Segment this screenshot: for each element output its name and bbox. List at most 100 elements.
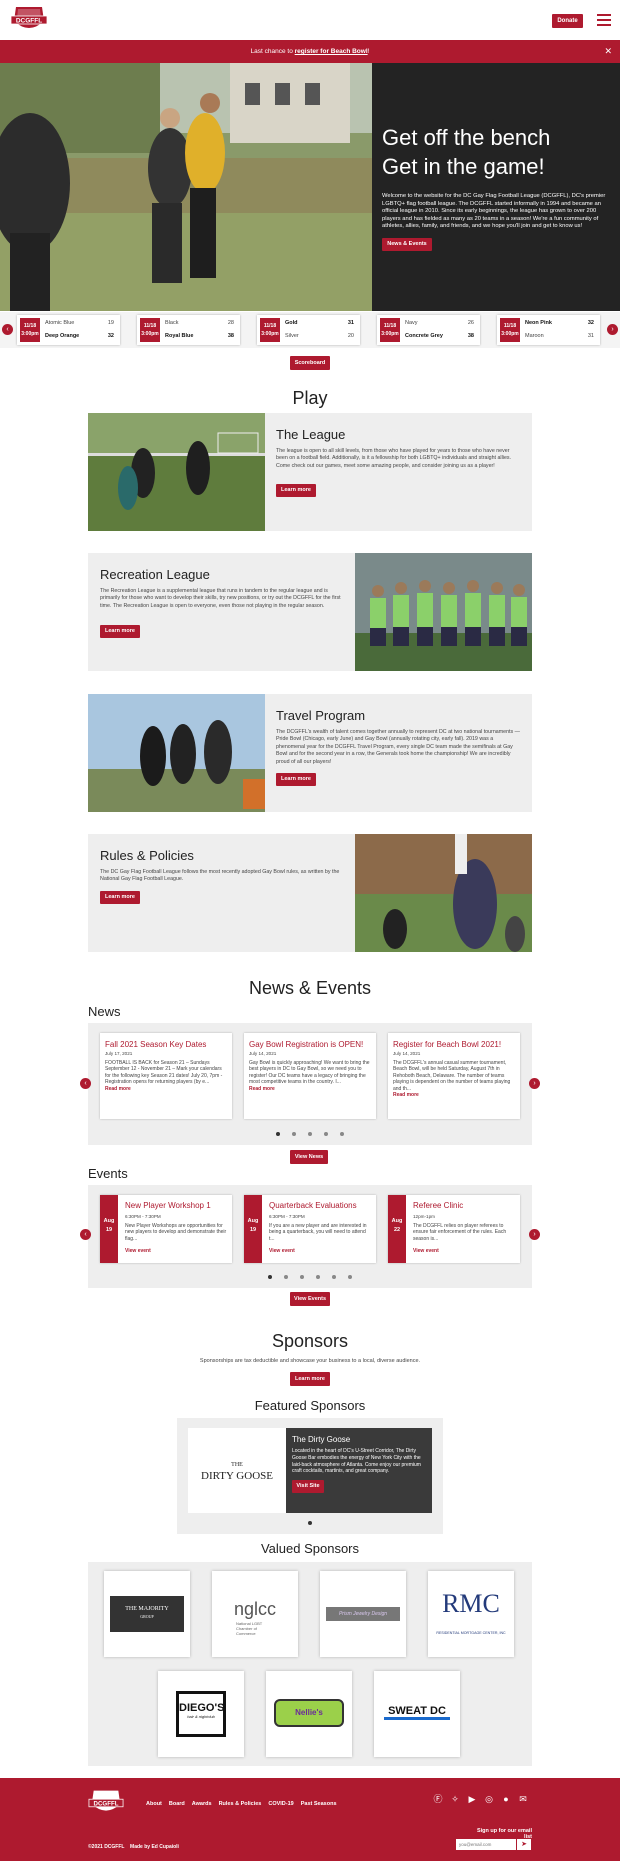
news-prev-icon[interactable]: ‹ [80,1078,91,1089]
view-event-link[interactable]: View event [269,1248,295,1254]
sponsor-majority-logo[interactable]: THE MAJORITY GROUP [104,1571,190,1657]
footer-link[interactable]: Awards [192,1801,212,1807]
card-title: Rules & Policies [100,848,194,863]
score-card[interactable]: 11/18 3:00pm Navy 26 Concrete Grey 38 [377,315,480,345]
read-more-link[interactable]: Read more [249,1086,371,1092]
event-date: Aug 22 [388,1195,406,1263]
featured-sponsors-heading: Featured Sponsors [254,1398,366,1413]
scoreboard-button[interactable]: Scoreboard [290,356,330,370]
events-carousel: Aug 19 New Player Workshop 1 6:30PM - 7:3… [88,1185,532,1288]
travel-image [88,694,265,812]
events-prev-icon[interactable]: ‹ [80,1229,91,1240]
footer-logo[interactable]: DCGFFL [88,1788,124,1818]
facebook-icon[interactable]: Ⓕ [433,1794,443,1804]
sponsor-nglcc-logo[interactable]: nglcc National LGBT Chamber of Commerce [212,1571,298,1657]
view-event-link[interactable]: View event [413,1248,439,1254]
featured-sponsor-name: The Dirty Goose [292,1435,351,1444]
score-card[interactable]: 11/18 3:00pm Gold 31 Silver 20 [257,315,360,345]
event-card[interactable]: Aug 19 New Player Workshop 1 6:30PM - 7:3… [100,1195,232,1263]
team-name: Royal Blue [165,333,194,339]
alert-link[interactable]: register for Beach Bowl [295,48,368,55]
view-news-button[interactable]: View News [290,1150,328,1164]
game-datetime: 11/18 3:00pm [500,318,520,342]
score-card[interactable]: 11/18 3:00pm Atomic Blue 19 Deep Orange 32 [17,315,120,345]
view-event-link[interactable]: View event [125,1248,151,1254]
team-name: Atomic Blue [45,320,75,326]
event-date: Aug 19 [100,1195,118,1263]
news-carousel: Fall 2021 Season Key Dates July 17, 2021… [88,1023,532,1145]
twitter-icon[interactable]: ✧ [450,1794,460,1804]
visit-site-button[interactable]: Visit Site [292,1480,324,1494]
site-header: DCGFFL Donate [0,0,620,40]
featured-pagination[interactable] [177,1521,443,1527]
learn-more-button[interactable]: Learn more [276,773,316,786]
team-name: Black [165,320,179,326]
send-icon[interactable]: ➤ [516,1839,531,1850]
sponsors-tagline: Sponsorships are tax deductible and show… [199,1358,421,1364]
team-name: Silver [285,333,299,339]
score-card[interactable]: 11/18 3:00pm Black 28 Royal Blue 38 [137,315,240,345]
learn-more-button[interactable]: Learn more [100,625,140,638]
site-logo[interactable]: DCGFFL [10,5,48,35]
sponsor-diegos-logo[interactable]: DIEGO'S hair & nightclub [158,1671,244,1757]
events-next-icon[interactable]: › [529,1229,540,1240]
read-more-link[interactable]: Read more [105,1086,227,1092]
view-events-button[interactable]: View Events [290,1292,330,1306]
score-card[interactable]: 11/18 3:00pm Neon Pink 32 Maroon 31 [497,315,600,345]
events-heading: Events [88,1166,128,1181]
footer-link[interactable]: Rules & Policies [219,1801,262,1807]
news-card[interactable]: Gay Bowl Registration is OPEN! July 14, … [244,1033,376,1119]
scores-next-icon[interactable]: › [607,324,618,335]
news-events-button[interactable]: News & Events [382,238,432,251]
events-pagination[interactable] [88,1275,532,1281]
scores-prev-icon[interactable]: ‹ [2,324,13,335]
rules-image [355,834,532,952]
score-ticker: ‹ › 11/18 3:00pm Atomic Blue 19 Deep Orange 3… [0,312,620,348]
featured-sponsor-info: The Dirty Goose Located in the heart of … [286,1428,432,1513]
news-events-heading: News & Events [248,978,372,998]
news-card[interactable]: Register for Beach Bowl 2021! July 14, 2… [388,1033,520,1119]
team-name: Deep Orange [45,333,80,339]
sponsor-prism-logo[interactable]: Prism Jewelry Design [320,1571,406,1657]
sponsor-nellies-logo[interactable]: Nellie's [266,1671,352,1757]
youtube-icon[interactable]: ▶ [467,1794,477,1804]
event-card[interactable]: Aug 22 Referee Clinic 12pm-1pm The DCGFFL… [388,1195,520,1263]
hamburger-menu-icon[interactable] [597,14,611,26]
team-name: Neon Pink [525,320,552,326]
news-card[interactable]: Fall 2021 Season Key Dates July 17, 2021… [100,1033,232,1119]
hero-panel: Get off the bench Get in the game! Welcom… [372,63,620,311]
card-recreation-league: Recreation League The Recreation League … [88,553,532,671]
read-more-link[interactable]: Read more [393,1092,515,1098]
footer-link[interactable]: COVID-19 [268,1801,293,1807]
event-card[interactable]: Aug 19 Quarterback Evaluations 6:30PM - 7… [244,1195,376,1263]
learn-more-button[interactable]: Learn more [276,484,316,497]
close-icon[interactable]: ✕ [604,40,612,63]
email-icon[interactable]: ✉ [518,1794,528,1804]
email-signup-input[interactable] [456,1839,516,1850]
footer-link[interactable]: Board [169,1801,185,1807]
team-score: 19 [107,320,114,326]
card-travel-program: Travel Program The DCGFFL's wealth of ta… [88,694,532,812]
game-datetime: 11/18 3:00pm [20,318,40,342]
news-heading: News [88,1004,121,1019]
instagram-icon[interactable]: ◎ [484,1794,494,1804]
play-heading: Play [292,388,328,408]
league-image [88,413,265,531]
footer-link[interactable]: About [146,1801,162,1807]
news-pagination[interactable] [88,1132,532,1138]
game-datetime: 11/18 3:00pm [260,318,280,342]
dirty-goose-logo: THE DIRTY GOOSE [188,1428,286,1513]
sponsors-learn-more-button[interactable]: Learn more [290,1372,330,1386]
alert-bar: Last chance to register for Beach Bowl! … [0,40,620,63]
news-next-icon[interactable]: › [529,1078,540,1089]
card-body: The Recreation League is a supplemental … [100,588,341,609]
sponsor-sweatdc-logo[interactable]: SWEAT DC [374,1671,460,1757]
donate-button[interactable]: Donate [552,14,583,28]
hero-body: Welcome to the website for the DC Gay Fl… [382,193,606,230]
learn-more-button[interactable]: Learn more [100,891,140,904]
sponsor-rmc-logo[interactable]: RMC RESIDENTIAL MORTGAGE CENTER, INC [428,1571,514,1657]
flickr-icon[interactable]: ● [501,1794,511,1804]
featured-sponsor-body: Located in the heart of DC's U-Street Co… [292,1448,421,1475]
card-body: The league is open to all skill levels, … [276,448,512,469]
footer-link[interactable]: Past Seasons [301,1801,337,1807]
